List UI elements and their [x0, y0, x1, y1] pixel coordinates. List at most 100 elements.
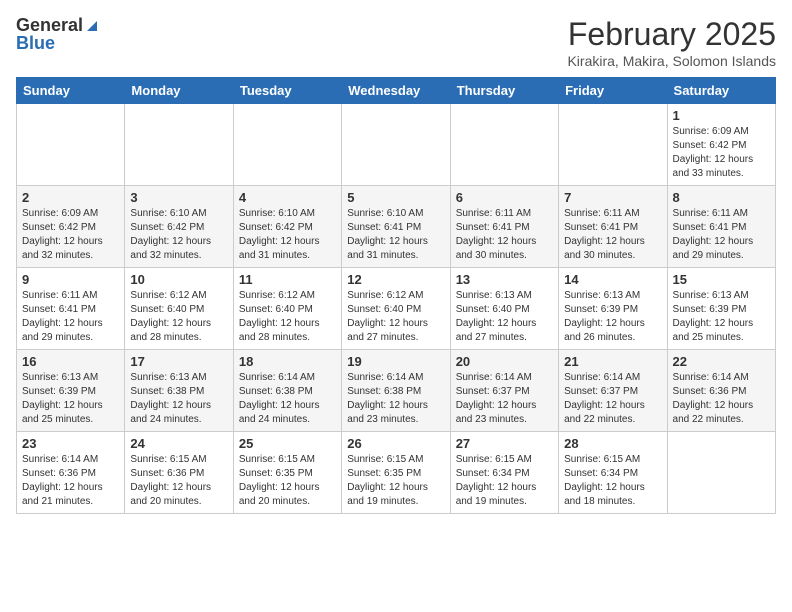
day-number: 26: [347, 436, 444, 451]
day-info: Sunrise: 6:11 AMSunset: 6:41 PMDaylight:…: [22, 289, 119, 345]
week-row-5: 23 Sunrise: 6:14 AMSunset: 6:36 PMDayligh…: [17, 432, 776, 514]
week-row-3: 9 Sunrise: 6:11 AMSunset: 6:41 PMDaylight…: [17, 268, 776, 350]
calendar-cell: 2Sunrise: 6:09 AMSunset: 6:42 PMDaylight…: [17, 186, 125, 268]
calendar-cell: 8 Sunrise: 6:11 AMSunset: 6:41 PMDaylight…: [667, 186, 775, 268]
day-number: 13: [456, 272, 553, 287]
day-info: Sunrise: 6:13 AMSunset: 6:39 PMDaylight:…: [564, 289, 661, 345]
weekday-header-wednesday: Wednesday: [342, 78, 450, 104]
week-row-1: 1 Sunrise: 6:09 AMSunset: 6:42 PMDaylight…: [17, 104, 776, 186]
calendar-cell: 5Sunrise: 6:10 AMSunset: 6:41 PMDaylight…: [342, 186, 450, 268]
calendar-cell: 12 Sunrise: 6:12 AMSunset: 6:40 PMDayligh…: [342, 268, 450, 350]
calendar-cell: [17, 104, 125, 186]
weekday-header-saturday: Saturday: [667, 78, 775, 104]
day-info: Sunrise: 6:11 AMSunset: 6:41 PMDaylight:…: [564, 207, 661, 263]
day-number: 23: [22, 436, 119, 451]
calendar-cell: [233, 104, 341, 186]
calendar-cell: 4 Sunrise: 6:10 AMSunset: 6:42 PMDaylight…: [233, 186, 341, 268]
day-info: Sunrise: 6:15 AMSunset: 6:34 PMDaylight:…: [456, 453, 553, 509]
calendar-cell: 15Sunrise: 6:13 AMSunset: 6:39 PMDayligh…: [667, 268, 775, 350]
calendar-cell: [667, 432, 775, 514]
calendar-cell: 19 Sunrise: 6:14 AMSunset: 6:38 PMDayligh…: [342, 350, 450, 432]
calendar-cell: 3Sunrise: 6:10 AMSunset: 6:42 PMDaylight…: [125, 186, 233, 268]
calendar-cell: 18 Sunrise: 6:14 AMSunset: 6:38 PMDayligh…: [233, 350, 341, 432]
day-number: 7: [564, 190, 661, 205]
day-info: Sunrise: 6:12 AMSunset: 6:40 PMDaylight:…: [130, 289, 227, 345]
logo-blue-text: Blue: [16, 34, 55, 54]
day-info: Sunrise: 6:13 AMSunset: 6:40 PMDaylight:…: [456, 289, 553, 345]
calendar-cell: 26 Sunrise: 6:15 AMSunset: 6:35 PMDayligh…: [342, 432, 450, 514]
day-number: 10: [130, 272, 227, 287]
day-info: Sunrise: 6:15 AMSunset: 6:35 PMDaylight:…: [347, 453, 444, 509]
day-number: 18: [239, 354, 336, 369]
page-header: General Blue February 2025 Kirakira, Mak…: [16, 16, 776, 69]
calendar-cell: [125, 104, 233, 186]
day-number: 1: [673, 108, 770, 123]
day-number: 15: [673, 272, 770, 287]
day-number: 14: [564, 272, 661, 287]
day-number: 25: [239, 436, 336, 451]
logo: General Blue: [16, 16, 99, 54]
calendar-cell: 28 Sunrise: 6:15 AMSunset: 6:34 PMDayligh…: [559, 432, 667, 514]
day-number: 16: [22, 354, 119, 369]
day-info: Sunrise: 6:10 AMSunset: 6:42 PMDaylight:…: [239, 207, 336, 263]
day-number: 17: [130, 354, 227, 369]
day-info: Sunrise: 6:12 AMSunset: 6:40 PMDaylight:…: [347, 289, 444, 345]
calendar-cell: 10 Sunrise: 6:12 AMSunset: 6:40 PMDayligh…: [125, 268, 233, 350]
day-info: Sunrise: 6:14 AMSunset: 6:38 PMDaylight:…: [347, 371, 444, 427]
day-info: Sunrise: 6:14 AMSunset: 6:38 PMDaylight:…: [239, 371, 336, 427]
weekday-header-thursday: Thursday: [450, 78, 558, 104]
calendar-cell: 21 Sunrise: 6:14 AMSunset: 6:37 PMDayligh…: [559, 350, 667, 432]
calendar-cell: 24 Sunrise: 6:15 AMSunset: 6:36 PMDayligh…: [125, 432, 233, 514]
day-number: 21: [564, 354, 661, 369]
calendar-cell: [342, 104, 450, 186]
calendar-cell: 11 Sunrise: 6:12 AMSunset: 6:40 PMDayligh…: [233, 268, 341, 350]
day-info: Sunrise: 6:09 AMSunset: 6:42 PMDaylight:…: [673, 125, 770, 181]
calendar-cell: 9 Sunrise: 6:11 AMSunset: 6:41 PMDaylight…: [17, 268, 125, 350]
day-number: 6: [456, 190, 553, 205]
day-info: Sunrise: 6:14 AMSunset: 6:37 PMDaylight:…: [564, 371, 661, 427]
weekday-header-sunday: Sunday: [17, 78, 125, 104]
title-block: February 2025 Kirakira, Makira, Solomon …: [567, 16, 776, 69]
calendar-cell: 25 Sunrise: 6:15 AMSunset: 6:35 PMDayligh…: [233, 432, 341, 514]
calendar-cell: 6Sunrise: 6:11 AMSunset: 6:41 PMDaylight…: [450, 186, 558, 268]
day-info: Sunrise: 6:15 AMSunset: 6:34 PMDaylight:…: [564, 453, 661, 509]
weekday-header-row: SundayMondayTuesdayWednesdayThursdayFrid…: [17, 78, 776, 104]
day-info: Sunrise: 6:12 AMSunset: 6:40 PMDaylight:…: [239, 289, 336, 345]
day-info: Sunrise: 6:14 AMSunset: 6:37 PMDaylight:…: [456, 371, 553, 427]
day-number: 11: [239, 272, 336, 287]
day-number: 12: [347, 272, 444, 287]
logo-triangle-icon: [85, 19, 99, 33]
day-number: 3: [130, 190, 227, 205]
day-info: Sunrise: 6:14 AMSunset: 6:36 PMDaylight:…: [22, 453, 119, 509]
day-number: 2: [22, 190, 119, 205]
day-number: 8: [673, 190, 770, 205]
day-info: Sunrise: 6:11 AMSunset: 6:41 PMDaylight:…: [673, 207, 770, 263]
weekday-header-tuesday: Tuesday: [233, 78, 341, 104]
calendar-cell: [559, 104, 667, 186]
calendar-cell: 7 Sunrise: 6:11 AMSunset: 6:41 PMDaylight…: [559, 186, 667, 268]
day-number: 9: [22, 272, 119, 287]
day-info: Sunrise: 6:15 AMSunset: 6:36 PMDaylight:…: [130, 453, 227, 509]
day-number: 19: [347, 354, 444, 369]
week-row-2: 2Sunrise: 6:09 AMSunset: 6:42 PMDaylight…: [17, 186, 776, 268]
day-number: 28: [564, 436, 661, 451]
day-info: Sunrise: 6:13 AMSunset: 6:38 PMDaylight:…: [130, 371, 227, 427]
day-info: Sunrise: 6:15 AMSunset: 6:35 PMDaylight:…: [239, 453, 336, 509]
location-subtitle: Kirakira, Makira, Solomon Islands: [567, 53, 776, 69]
calendar-cell: 22Sunrise: 6:14 AMSunset: 6:36 PMDayligh…: [667, 350, 775, 432]
day-number: 24: [130, 436, 227, 451]
calendar-cell: 13 Sunrise: 6:13 AMSunset: 6:40 PMDayligh…: [450, 268, 558, 350]
month-title: February 2025: [567, 16, 776, 53]
calendar-cell: 20 Sunrise: 6:14 AMSunset: 6:37 PMDayligh…: [450, 350, 558, 432]
week-row-4: 16 Sunrise: 6:13 AMSunset: 6:39 PMDayligh…: [17, 350, 776, 432]
day-info: Sunrise: 6:13 AMSunset: 6:39 PMDaylight:…: [22, 371, 119, 427]
day-number: 22: [673, 354, 770, 369]
calendar-cell: 23 Sunrise: 6:14 AMSunset: 6:36 PMDayligh…: [17, 432, 125, 514]
day-number: 4: [239, 190, 336, 205]
weekday-header-friday: Friday: [559, 78, 667, 104]
weekday-header-monday: Monday: [125, 78, 233, 104]
calendar-cell: 16 Sunrise: 6:13 AMSunset: 6:39 PMDayligh…: [17, 350, 125, 432]
day-number: 20: [456, 354, 553, 369]
calendar-cell: 27Sunrise: 6:15 AMSunset: 6:34 PMDayligh…: [450, 432, 558, 514]
day-number: 5: [347, 190, 444, 205]
